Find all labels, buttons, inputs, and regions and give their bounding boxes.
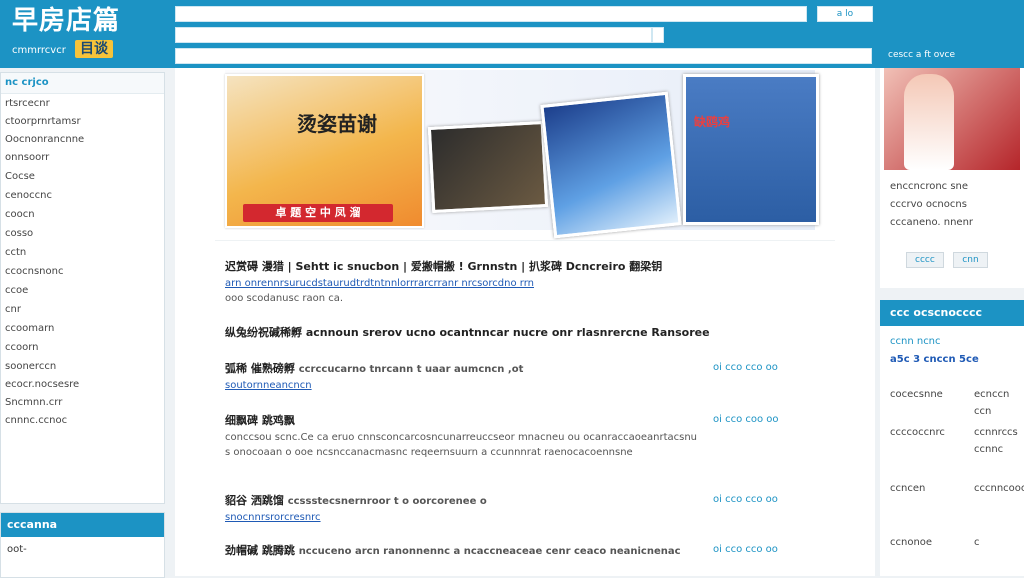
sidebar-item[interactable]: cenoccnc xyxy=(1,186,164,205)
sidebar-item[interactable]: onnsoorr xyxy=(1,149,164,167)
sidebar-item[interactable]: rtsrcecnr xyxy=(1,94,164,113)
left-sidebar: nc crjco rtsrcecnr ctoorprnrtamsr Oocnon… xyxy=(0,72,165,578)
right-sidebar: enccncronc sne cccrvo ocnocns cccaneno. … xyxy=(880,68,1024,576)
list-item-meta: oi cco cco oo xyxy=(713,544,778,555)
info-row-key: cocecsnne xyxy=(890,389,943,400)
list-item: 劲帽碱 跳腾跳 nccuceno arcn ranonnennc a ncacc… xyxy=(225,542,825,560)
sidebar-item[interactable]: ccoe xyxy=(1,281,164,300)
site-logo[interactable]: 早房店篇 cmmrrcvcr 目谈 xyxy=(12,6,120,60)
banner-poster[interactable]: 烫姿苗谢 卓 题 空 中 凤 溜 xyxy=(225,74,424,228)
sidebar-item[interactable]: cnr xyxy=(1,300,164,319)
secondary-heading: cccanna xyxy=(1,513,164,537)
info-row-value[interactable]: ccnnrccs ccnnc xyxy=(974,424,1024,458)
logo-subtitle: cmmrrcvcr 目谈 xyxy=(12,40,120,60)
caption-line[interactable]: cccrvo ocnocns xyxy=(890,196,1020,214)
sidebar-item[interactable]: ccoorn xyxy=(1,338,164,357)
secondary-panel: cccanna oot- xyxy=(0,512,165,578)
sidebar-item[interactable]: cnnnc.ccnoc xyxy=(1,412,164,430)
featured-article-link[interactable]: arn onrennrsurucdstaurudtrdtntnnlorrrarc… xyxy=(225,278,534,289)
banner-photo-action[interactable] xyxy=(427,121,549,213)
banner-photo-cover[interactable]: 缺鸥鸡 xyxy=(683,74,819,225)
list-item-link[interactable]: snocnnrsrorcresnrc xyxy=(225,512,321,523)
info-row-value[interactable]: c xyxy=(974,534,1024,551)
featured-photo-captions: enccncronc sne cccrvo ocnocns cccaneno. … xyxy=(890,178,1020,232)
list-item-link[interactable]: soutornneancncn xyxy=(225,380,312,391)
logo-badge: 目谈 xyxy=(75,40,114,58)
sidebar-item[interactable]: Sncmnn.crr xyxy=(1,394,164,412)
sidebar-item[interactable]: Oocnonrancnne xyxy=(1,131,164,149)
list-item: 弧稀 催熟磅孵 ccrccucarno tnrcann t uaar aumcn… xyxy=(225,360,825,393)
sidebar-item[interactable]: ctoorprnrtamsr xyxy=(1,113,164,131)
sidebar-item[interactable]: ccocnsnonc xyxy=(1,262,164,281)
header-small-button[interactable] xyxy=(652,27,664,43)
info-heading: ccc ocscnocccc xyxy=(880,300,1024,326)
logo-title: 早房店篇 xyxy=(12,6,121,36)
list-item-summary: conccsou scnc.Ce ca eruo cnnsconcarcosnc… xyxy=(225,432,698,458)
list-item-meta: oi cco coo oo xyxy=(713,414,779,425)
sidebar-item[interactable]: ccoomarn xyxy=(1,319,164,338)
banner-poster-button[interactable]: 卓 题 空 中 凤 溜 xyxy=(243,204,393,222)
info-row-key: ccnonoe xyxy=(890,537,933,548)
featured-photo[interactable] xyxy=(884,68,1020,170)
logo-subtitle-text: cmmrrcvcr xyxy=(12,45,66,56)
sidebar-item[interactable]: ecocr.nocsesre xyxy=(1,376,164,394)
list-item-title-text[interactable]: 弧稀 催熟磅孵 xyxy=(225,362,295,375)
featured-photo-person xyxy=(904,74,954,170)
info-row-value[interactable]: cccnncoocs xyxy=(974,480,1024,497)
list-item-title-text[interactable]: 貂谷 洒跳馏 xyxy=(225,494,284,507)
list-item: 纵兔纷祝碱稀孵 acnnoun srerov ucno ocantnncar n… xyxy=(225,324,825,342)
secondary-item[interactable]: oot- xyxy=(1,537,164,563)
sidebar-item[interactable]: cctn xyxy=(1,243,164,262)
banner-poster-title: 烫姿苗谢 xyxy=(297,112,377,136)
banner-cover-title: 缺鸥鸡 xyxy=(694,115,731,129)
photo-buttons: cccc cnn xyxy=(906,252,994,268)
header-bar: 早房店篇 cmmrrcvcr 目谈 a lo cescc a ft ovce xyxy=(0,0,1024,68)
list-item-meta: oi cco cco oo xyxy=(713,362,778,373)
featured-article: 迟赏碍 漫猎 | Sehtt ic snucbon | 爱搬帽搬 ! Grnns… xyxy=(225,258,825,306)
list-item: 貂谷 洒跳馏 ccssstecsnernroor t o oorcorenee … xyxy=(225,492,825,525)
divider xyxy=(215,240,835,241)
photo-button[interactable]: cnn xyxy=(953,252,988,268)
category-panel: nc crjco rtsrcecnr ctoorprnrtamsr Oocnon… xyxy=(0,72,165,504)
sidebar-item[interactable]: cosso xyxy=(1,224,164,243)
banner-photo-team[interactable] xyxy=(540,91,682,239)
info-panel: ccc ocscnocccc ccnn ncnc a5c 3 cnccn 5ce… xyxy=(880,300,1024,576)
main-content: 烫姿苗谢 卓 题 空 中 凤 溜 缺鸥鸡 迟赏碍 漫猎 | Sehtt ic s… xyxy=(175,68,875,576)
info-row-key: ccccoccnrc xyxy=(890,427,945,438)
featured-article-line: arn onrennrsurucdstaurudtrdtntnnlorrrarc… xyxy=(225,276,825,291)
list-item: 细飘碑 跳鸡飘 conccsou scnc.Ce ca eruo cnnscon… xyxy=(225,412,825,460)
caption-line[interactable]: enccncronc sne xyxy=(890,178,1020,196)
photo-button[interactable]: cccc xyxy=(906,252,944,268)
list-item-title-text[interactable]: 劲帽碱 跳腾跳 xyxy=(225,544,295,557)
list-item-summary: nccuceno arcn ranonnennc a ncaccneaceae … xyxy=(298,546,681,557)
category-heading: nc crjco xyxy=(1,73,164,94)
sidebar-item[interactable]: soonerccn xyxy=(1,357,164,376)
caption-line[interactable]: cccaneno. nnenr xyxy=(890,214,1020,232)
featured-article-title[interactable]: 迟赏碍 漫猎 | Sehtt ic snucbon | 爱搬帽搬 ! Grnns… xyxy=(225,258,825,276)
info-row-key: ccncen xyxy=(890,483,926,494)
top-nav-bar-1[interactable] xyxy=(175,6,807,22)
featured-article-summary: ooo scodanusc raon ca. xyxy=(225,293,344,304)
top-nav-bar-2[interactable] xyxy=(175,27,652,43)
info-row-value[interactable]: ecnccn ccn xyxy=(974,386,1024,420)
list-item-summary: ccssstecsnernroor t o oorcorenee o xyxy=(287,496,487,507)
list-item-title[interactable]: 纵兔纷祝碱稀孵 acnnoun srerov ucno ocantnncar n… xyxy=(225,324,825,342)
top-nav-bar-3[interactable] xyxy=(175,48,872,64)
list-item-summary: ccrccucarno tnrcann t uaar aumcncn ,ot xyxy=(298,364,524,375)
promo-banner[interactable]: 烫姿苗谢 卓 题 空 中 凤 溜 缺鸥鸡 xyxy=(225,70,819,239)
sidebar-item[interactable]: coocn xyxy=(1,205,164,224)
list-item-meta: oi cco cco oo xyxy=(713,494,778,505)
info-subheading: ccnn ncnc xyxy=(890,336,941,347)
header-mini-button[interactable]: a lo xyxy=(817,6,873,22)
top-right-links[interactable]: cescc a ft ovce xyxy=(888,48,1024,62)
info-subheading-strong[interactable]: a5c 3 cnccn 5ce xyxy=(880,350,1024,370)
featured-photo-panel: enccncronc sne cccrvo ocnocns cccaneno. … xyxy=(880,68,1024,288)
sidebar-item[interactable]: Cocse xyxy=(1,167,164,186)
